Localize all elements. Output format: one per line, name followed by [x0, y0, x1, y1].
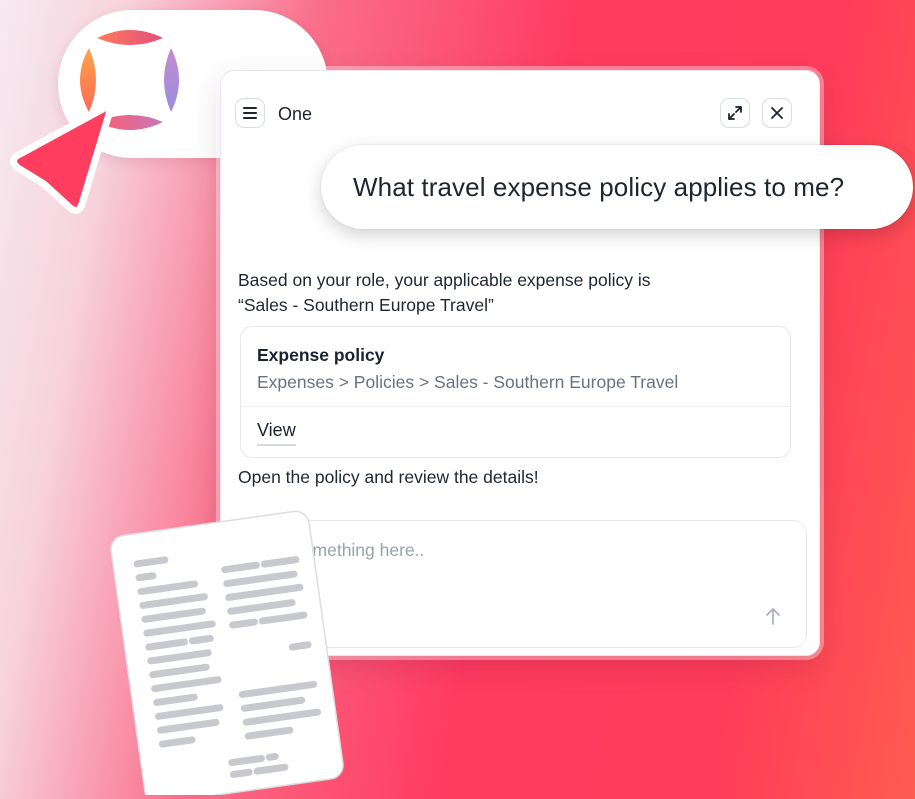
document-illustration-icon: [110, 510, 344, 795]
card-breadcrumb: Expenses > Policies > Sales - Southern E…: [257, 372, 679, 392]
view-link[interactable]: View: [257, 420, 296, 446]
panel-title: One: [278, 104, 313, 124]
send-button[interactable]: [758, 601, 788, 631]
assistant-follow-up: Open the policy and review the details!: [238, 467, 539, 487]
pointer-cursor-icon: [10, 100, 116, 214]
close-button[interactable]: [762, 98, 792, 128]
user-question-bubble: What travel expense policy applies to me…: [321, 145, 913, 229]
close-icon: [771, 107, 783, 119]
answer-line: Based on your role, your applicable expe…: [238, 270, 651, 290]
policy-card: Expense policy Expenses > Policies > Sal…: [240, 326, 791, 458]
expand-icon: [728, 106, 742, 120]
card-divider: [241, 406, 790, 407]
assistant-answer: Based on your role, your applicable expe…: [238, 268, 758, 318]
arrow-up-icon: [766, 608, 780, 625]
menu-button[interactable]: [235, 98, 265, 128]
hamburger-icon: [243, 107, 257, 119]
expand-button[interactable]: [720, 98, 750, 128]
answer-line: “Sales - Southern Europe Travel”: [238, 295, 494, 315]
card-title: Expense policy: [257, 345, 385, 365]
